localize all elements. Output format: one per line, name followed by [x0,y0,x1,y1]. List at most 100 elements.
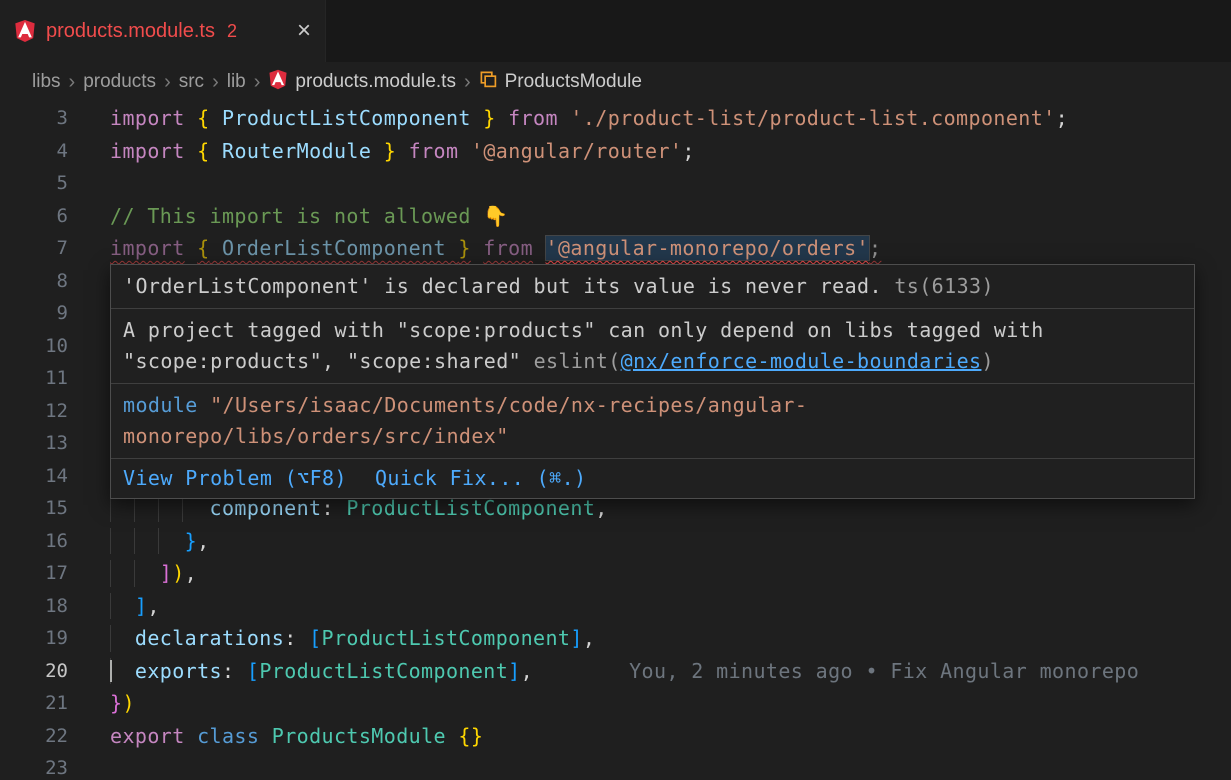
code-token: OrderListComponent [210,236,459,260]
line-content[interactable] [110,167,1231,200]
code-line-3[interactable]: 3import { ProductListComponent } from '.… [0,102,1231,135]
code-token [396,139,408,163]
code-line-16[interactable]: 16 }, [0,525,1231,558]
code-token: ProductListComponent [210,106,484,130]
line-number: 22 [0,720,68,753]
breadcrumb-item-products[interactable]: products [83,71,156,93]
quick-fix-action[interactable]: Quick Fix... (⌘.) [375,463,587,494]
code-line-23[interactable]: 23 [0,752,1231,780]
code-token: ProductListComponent [259,659,508,683]
line-content[interactable]: export class ProductsModule {} [110,720,1231,753]
code-line-21[interactable]: 21}) [0,687,1231,720]
code-token [533,236,545,260]
code-token: } [458,236,470,260]
breadcrumb-item-symbol[interactable]: ProductsModule [479,70,642,95]
module-info: module "/Users/isaac/Documents/code/nx-r… [111,384,1194,459]
git-blame-annotation: You, 2 minutes ago • Fix Angular monorep… [629,659,1139,683]
line-number: 18 [0,590,68,623]
code-token [185,106,197,130]
code-token: '@angular/router' [471,139,683,163]
line-number: 10 [0,330,68,363]
code-token: export [110,724,185,748]
code-token: ] [508,659,520,683]
eslint-rule-link[interactable]: @nx/enforce-module-boundaries [621,349,982,373]
code-line-6[interactable]: 6 // This import is not allowed 👇 [0,200,1231,233]
code-token: import [110,236,185,260]
line-content[interactable]: import { ProductListComponent } from './… [110,102,1231,135]
code-token: } [110,691,122,715]
line-content[interactable]: // This import is not allowed 👇 [110,200,1231,233]
tab-filename: products.module.ts [46,20,215,43]
tab-products-module[interactable]: products.module.ts 2 × [0,0,326,62]
code-token: ; [682,139,694,163]
code-token: { [197,139,209,163]
code-token: : [322,496,347,520]
line-number: 16 [0,525,68,558]
code-token: 👇 [483,204,508,228]
code-token [110,529,185,553]
vscode-window: products.module.ts 2 × libs › products ›… [0,0,1231,780]
line-content[interactable]: ], [110,590,1231,623]
module-path-line2: monorepo/libs/orders/src/index" [123,424,509,448]
code-token: '@angular-monorepo/orders' [546,236,869,260]
diagnostic-eslint-source-prefix: eslint( [534,349,621,373]
breadcrumb: libs › products › src › lib › products.m… [0,62,1231,102]
indent-guide-line [158,528,159,555]
code-token [110,626,135,650]
code-token: ) [122,691,134,715]
code-token: import [110,106,185,130]
code-token: ProductListComponent [322,626,571,650]
code-token [259,724,271,748]
breadcrumb-separator: › [69,71,76,94]
line-content[interactable]: import { RouterModule } from '@angular/r… [110,135,1231,168]
code-token: ] [570,626,582,650]
code-token: , [583,626,595,650]
breadcrumb-item-file[interactable]: products.module.ts [268,69,456,96]
code-token: ) [172,561,184,585]
code-token: ProductsModule [272,724,446,748]
line-content[interactable]: import { OrderListComponent } from '@ang… [110,232,1231,265]
line-content[interactable]: exports: [ProductListComponent],You, 2 m… [110,655,1231,688]
code-token [185,724,197,748]
breadcrumb-item-src[interactable]: src [179,71,204,93]
indent-guide-line [134,528,135,555]
line-number: 21 [0,687,68,720]
tab-bar: products.module.ts 2 × [0,0,1231,62]
breadcrumb-separator: › [254,71,261,94]
line-content[interactable]: }, [110,525,1231,558]
code-line-18[interactable]: 18 ], [0,590,1231,623]
code-token: // This import is not allowed [110,204,483,228]
line-number: 17 [0,557,68,590]
tab-close-icon[interactable]: × [297,19,311,43]
line-content[interactable]: }) [110,687,1231,720]
diagnostic-eslint-source-suffix: ) [981,349,993,373]
code-line-20[interactable]: 20 exports: [ProductListComponent],You, … [0,655,1231,688]
code-token [496,106,508,130]
line-content[interactable]: declarations: [ProductListComponent], [110,622,1231,655]
line-number: 14 [0,460,68,493]
breadcrumb-separator: › [212,71,219,94]
code-token: from [508,106,558,130]
code-line-17[interactable]: 17 ]), [0,557,1231,590]
line-content[interactable]: ]), [110,557,1231,590]
code-token: from [409,139,459,163]
code-token: , [147,594,159,618]
line-content[interactable] [110,752,1231,780]
code-token: , [521,659,533,683]
code-token: , [595,496,607,520]
code-line-22[interactable]: 22 export class ProductsModule {} [0,720,1231,753]
code-line-7[interactable]: 7import { OrderListComponent } from '@an… [0,232,1231,265]
breadcrumb-symbol-label: ProductsModule [505,71,642,93]
code-line-19[interactable]: 19 declarations: [ProductListComponent], [0,622,1231,655]
breadcrumb-file-label: products.module.ts [295,71,456,93]
line-number: 8 [0,265,68,298]
breadcrumb-item-lib[interactable]: lib [227,71,246,93]
view-problem-action[interactable]: View Problem (⌥F8) [123,463,347,494]
line-number: 6 [0,200,68,233]
code-token: ; [1056,106,1068,130]
code-token: ] [135,594,147,618]
error-squiggle: import { OrderListComponent } from '@ang… [110,236,881,260]
code-line-4[interactable]: 4import { RouterModule } from '@angular/… [0,135,1231,168]
code-line-5[interactable]: 5 [0,167,1231,200]
breadcrumb-item-libs[interactable]: libs [32,71,61,93]
